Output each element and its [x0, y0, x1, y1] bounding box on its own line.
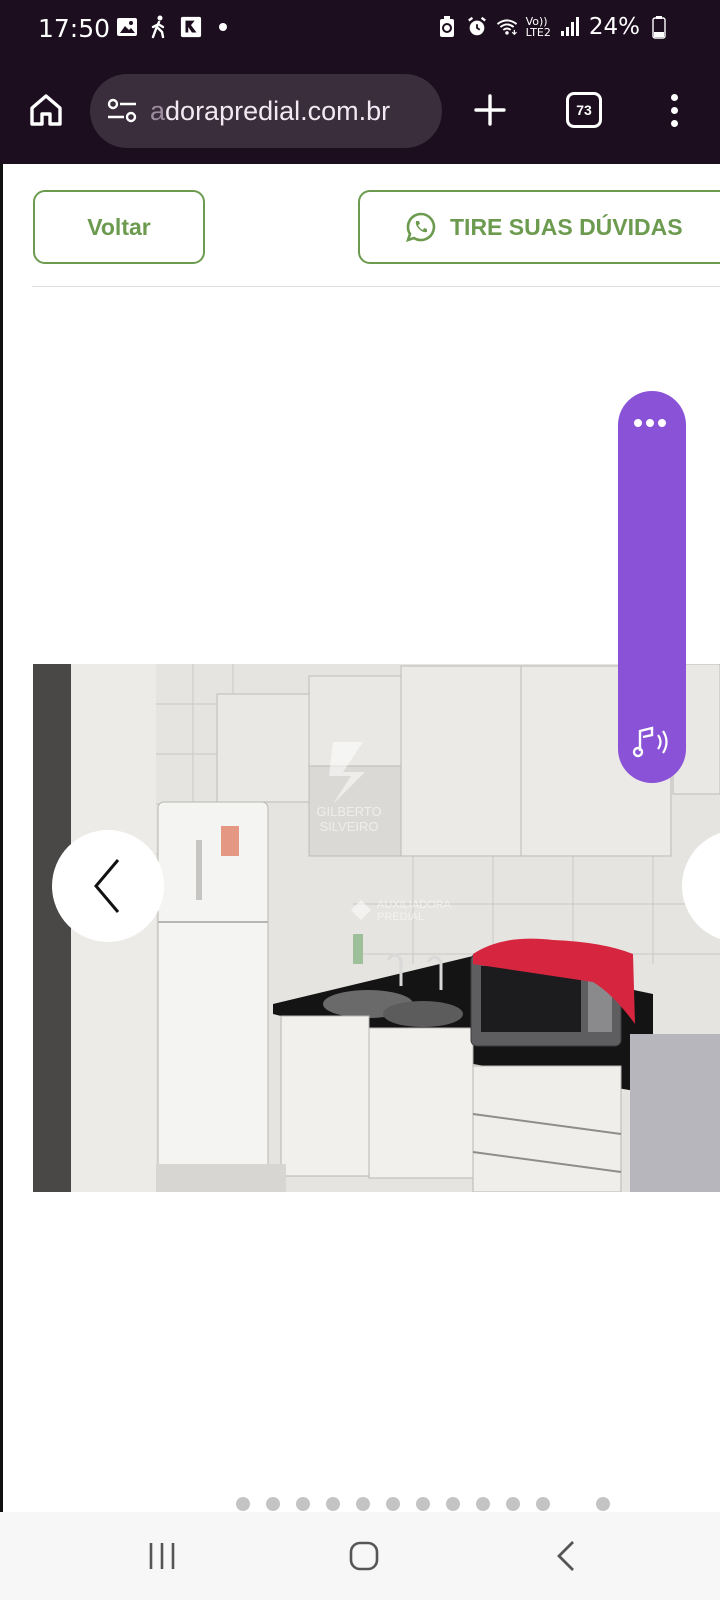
carousel-prev-button[interactable]	[52, 830, 164, 942]
pagination-dot[interactable]	[416, 1497, 430, 1511]
url-main-part: dorapredial.com.br	[165, 95, 391, 126]
whatsapp-icon	[406, 212, 436, 242]
url-text: adorapredial.com.br	[150, 96, 390, 127]
home-nav-button[interactable]	[334, 1532, 394, 1580]
browser-toolbar: adorapredial.com.br 73	[0, 62, 720, 164]
page-left-edge	[0, 164, 3, 1512]
pagination-dot[interactable]	[596, 1497, 610, 1511]
audio-reader-widget[interactable]	[618, 391, 686, 783]
pagination-dot[interactable]	[446, 1497, 460, 1511]
menu-dot-icon	[670, 119, 678, 127]
app-notification-icon	[180, 16, 202, 38]
back-nav-button[interactable]	[536, 1532, 596, 1580]
web-page: Voltar TIRE SUAS DÚVIDAS GILBERTO SILVEI…	[0, 164, 720, 1512]
gallery-icon	[116, 16, 138, 38]
battery-percent: 24%	[588, 14, 640, 40]
pagination-dot[interactable]	[236, 1497, 250, 1511]
back-nav-icon	[557, 1541, 574, 1571]
recent-apps-button[interactable]	[132, 1532, 192, 1580]
new-tab-button[interactable]	[466, 86, 514, 134]
pagination-dot[interactable]	[476, 1497, 490, 1511]
back-button[interactable]: Voltar	[33, 190, 205, 264]
menu-dot-icon	[670, 106, 678, 114]
alarm-icon	[466, 16, 488, 38]
system-navigation-bar	[0, 1512, 720, 1600]
watermark-predial: PREDIAL	[377, 911, 424, 923]
chevron-left-icon	[94, 859, 120, 913]
questions-button-label: TIRE SUAS DÚVIDAS	[450, 213, 683, 240]
walking-icon	[148, 15, 170, 39]
home-button[interactable]	[22, 86, 70, 134]
tune-icon	[107, 98, 137, 123]
watermark-silveiro: SILVEIRO	[319, 819, 378, 834]
site-settings-button[interactable]	[94, 74, 150, 148]
address-bar[interactable]: adorapredial.com.br	[90, 74, 442, 148]
home-nav-icon	[349, 1541, 379, 1571]
header-divider	[32, 286, 720, 287]
url-faded-part: a	[150, 95, 166, 126]
battery-icon	[648, 16, 670, 39]
signal-icon	[559, 16, 581, 38]
tab-switcher-button[interactable]: 73	[566, 92, 602, 128]
pagination-dot[interactable]	[386, 1497, 400, 1511]
audio-listen-icon[interactable]	[632, 725, 674, 764]
status-bar: 17:50 Vo)) LTE2 24%	[0, 0, 720, 62]
network-type: LTE2	[525, 26, 551, 39]
system-icons: Vo)) LTE2 24%	[436, 14, 670, 40]
carousel-pagination	[0, 1497, 720, 1512]
more-notifications-icon	[212, 16, 234, 38]
dot-icon	[646, 419, 654, 427]
browser-menu-button[interactable]	[656, 86, 692, 134]
pagination-dot[interactable]	[296, 1497, 310, 1511]
volte-label: Vo)) LTE2	[526, 16, 551, 38]
pagination-dot[interactable]	[326, 1497, 340, 1511]
status-time: 17:50	[38, 14, 111, 43]
wifi-icon	[496, 16, 518, 38]
pagination-dot[interactable]	[356, 1497, 370, 1511]
pagination-dot[interactable]	[266, 1497, 280, 1511]
whatsapp-questions-button[interactable]: TIRE SUAS DÚVIDAS	[358, 190, 720, 264]
notification-icons	[116, 15, 234, 39]
recycle-icon	[436, 16, 458, 38]
pagination-dot[interactable]	[506, 1497, 520, 1511]
dot-icon	[634, 419, 642, 427]
watermark-auxiliadora: AUXILIADORA	[377, 899, 452, 911]
dot-icon	[658, 419, 666, 427]
menu-dot-icon	[670, 93, 678, 101]
watermark-gilberto: GILBERTO	[316, 804, 381, 819]
pagination-dot[interactable]	[536, 1497, 550, 1511]
recent-apps-icon	[149, 1543, 175, 1569]
plus-icon	[474, 94, 506, 126]
home-icon	[30, 94, 62, 126]
more-options-icon[interactable]	[634, 419, 666, 427]
